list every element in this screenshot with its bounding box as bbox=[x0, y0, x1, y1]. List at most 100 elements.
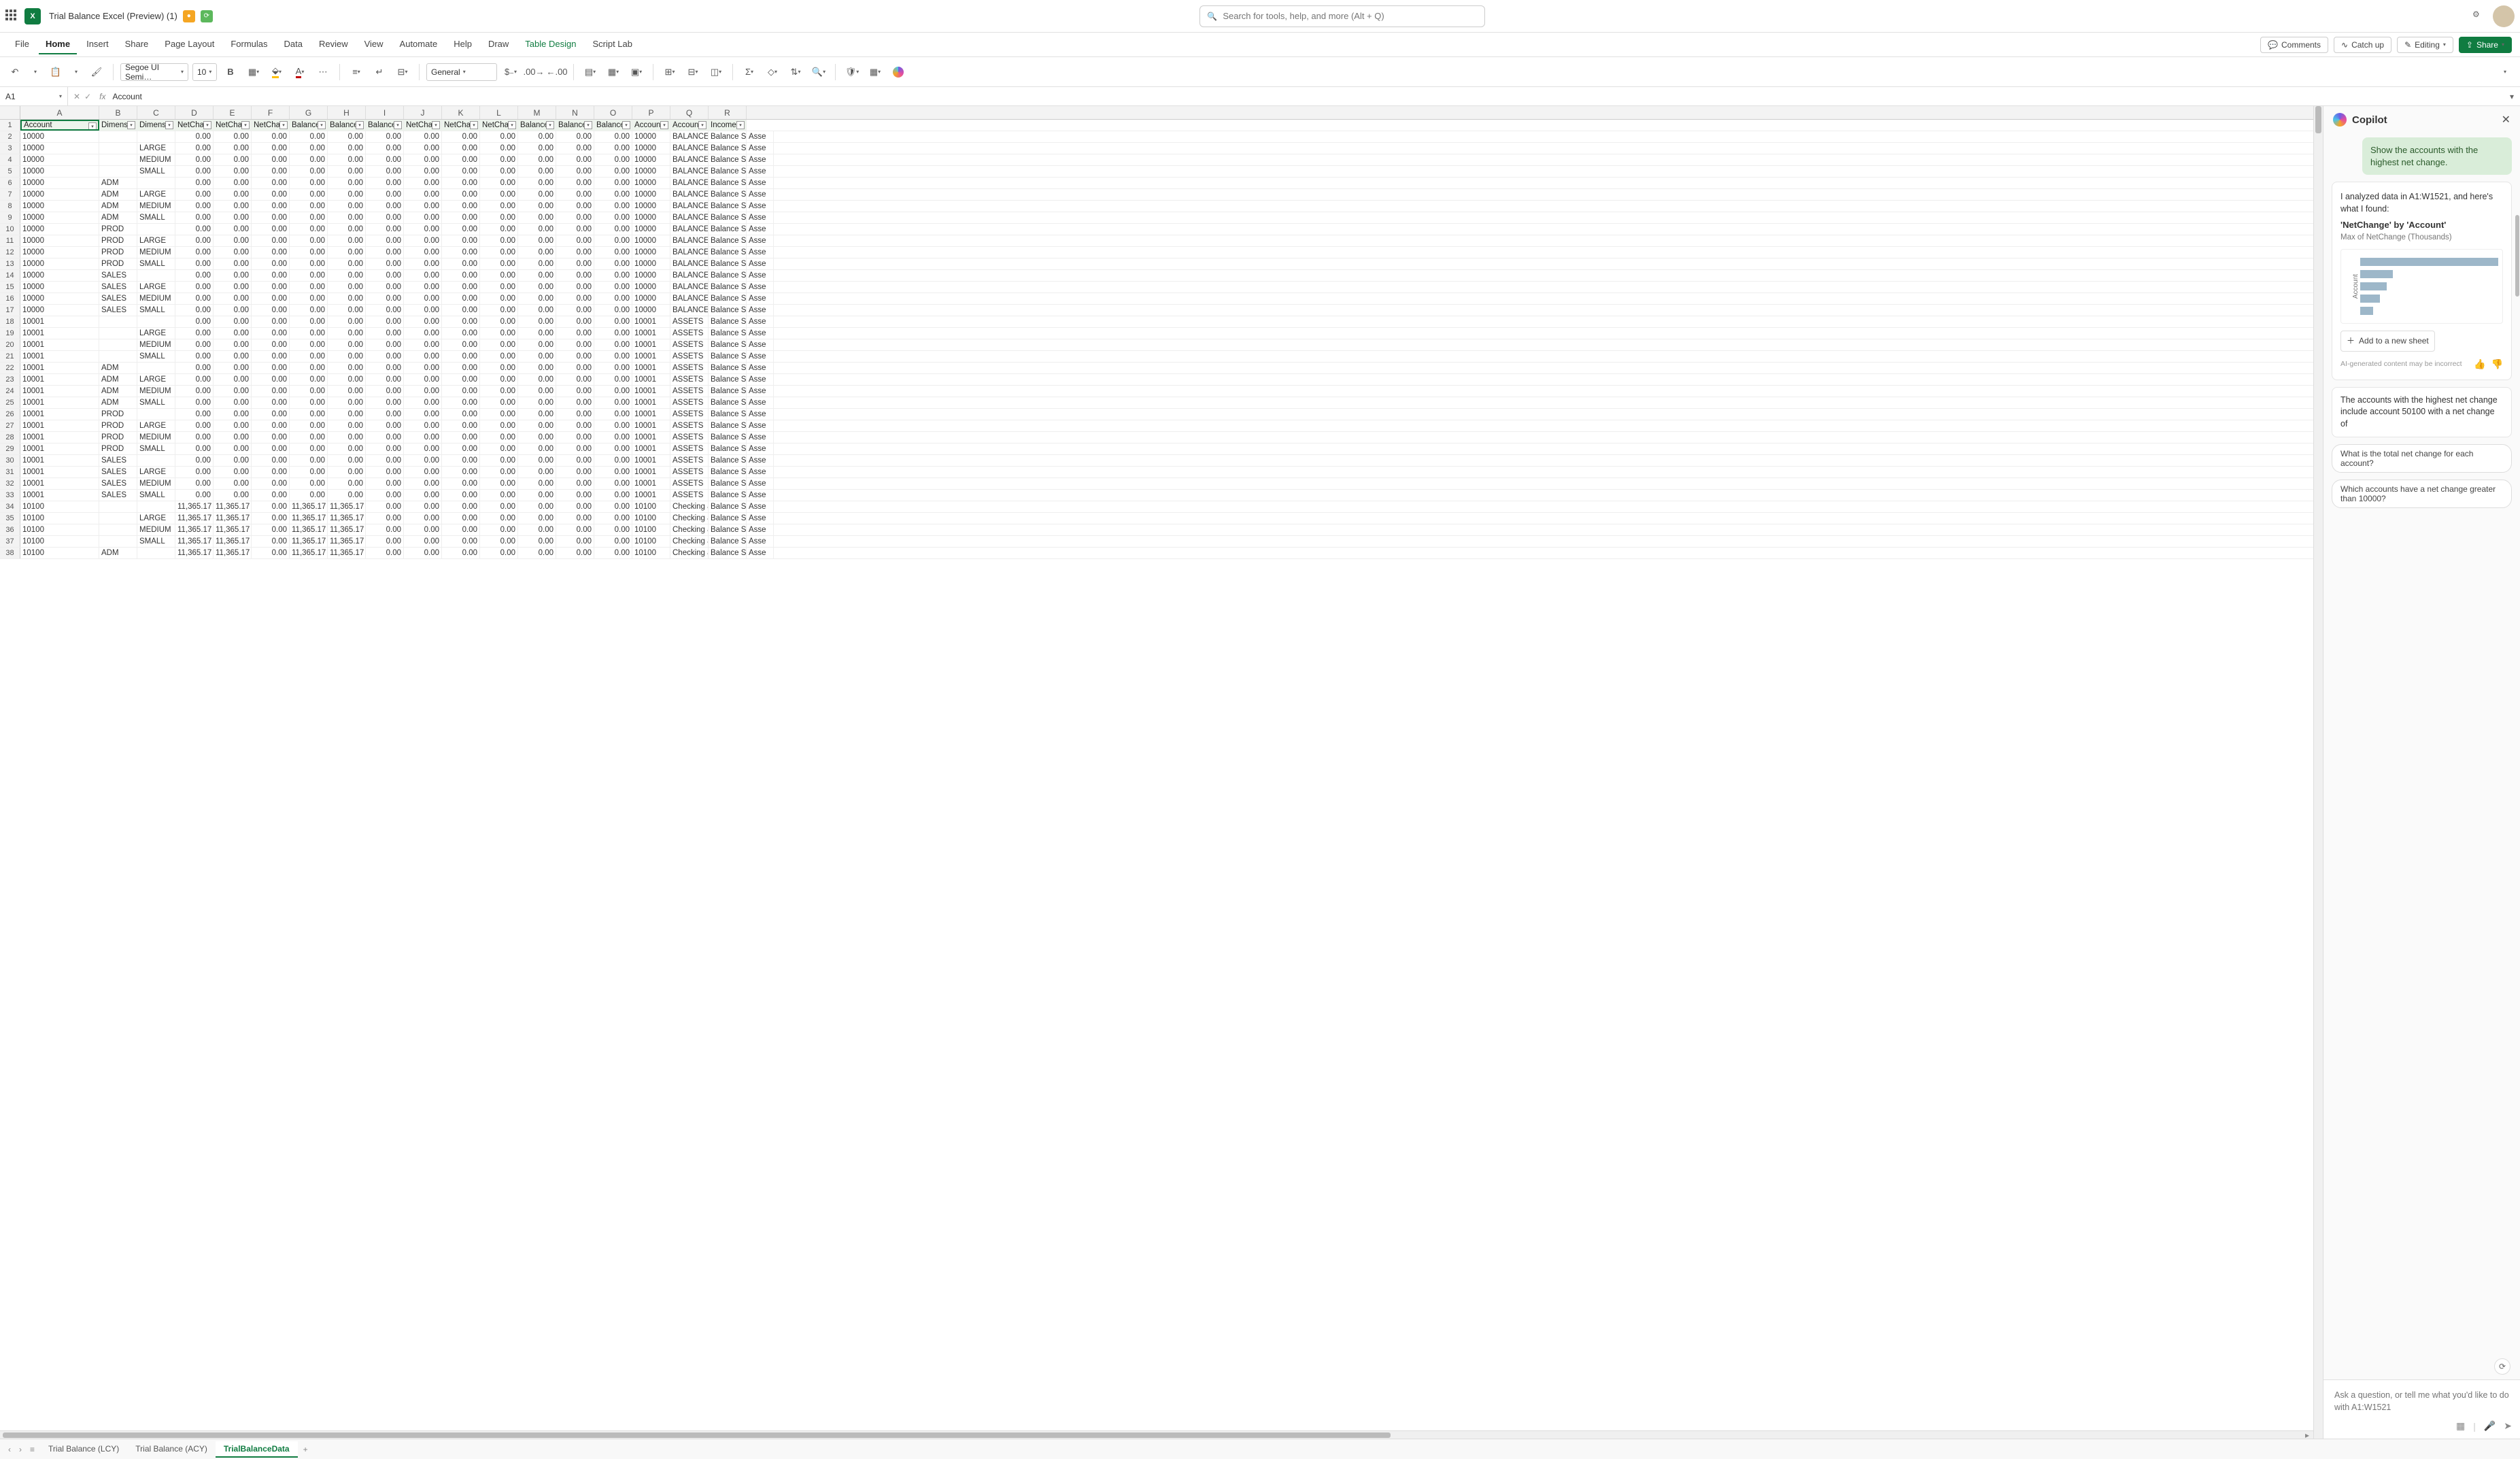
cell[interactable]: 0.00 bbox=[518, 467, 556, 477]
table-row[interactable]: 310000LARGE0.000.000.000.000.000.000.000… bbox=[0, 143, 2313, 154]
table-row[interactable]: 3310001SALESSMALL0.000.000.000.000.000.0… bbox=[0, 490, 2313, 501]
cell[interactable]: Asse bbox=[747, 409, 774, 420]
cell[interactable]: 0.00 bbox=[518, 247, 556, 258]
cell[interactable]: 10000 bbox=[632, 154, 670, 165]
cell[interactable]: 0.00 bbox=[442, 201, 480, 212]
ribbon-tab-data[interactable]: Data bbox=[277, 35, 309, 54]
cell[interactable]: 0.00 bbox=[480, 328, 518, 339]
cell[interactable]: ASSETS bbox=[670, 351, 709, 362]
table-header-cell[interactable]: Balance▾ bbox=[290, 120, 328, 131]
cell[interactable]: MEDIUM bbox=[137, 339, 175, 350]
table-header-cell[interactable]: Accoun▾ bbox=[670, 120, 709, 131]
cell[interactable]: 10001 bbox=[20, 351, 99, 362]
cell[interactable]: Asse bbox=[747, 374, 774, 385]
cell[interactable]: 0.00 bbox=[556, 258, 594, 269]
cell[interactable]: 0.00 bbox=[480, 131, 518, 142]
cell[interactable]: Asse bbox=[747, 467, 774, 477]
cell[interactable]: 0.00 bbox=[404, 467, 442, 477]
cell[interactable]: 0.00 bbox=[290, 293, 328, 304]
cell[interactable]: 0.00 bbox=[214, 224, 252, 235]
row-header[interactable]: 4 bbox=[0, 154, 20, 165]
cell[interactable]: 0.00 bbox=[366, 305, 404, 316]
format-table-button[interactable]: ▦▾ bbox=[604, 63, 623, 82]
cell[interactable]: MEDIUM bbox=[137, 478, 175, 489]
formula-bar-expand-icon[interactable]: ▾ bbox=[2504, 92, 2520, 101]
cell[interactable]: 0.00 bbox=[556, 536, 594, 547]
cell[interactable]: 0.00 bbox=[404, 224, 442, 235]
addins-button[interactable]: ▦▾ bbox=[866, 63, 885, 82]
cell[interactable]: 0.00 bbox=[328, 258, 366, 269]
cell[interactable]: 0.00 bbox=[442, 548, 480, 558]
cell[interactable]: 0.00 bbox=[556, 235, 594, 246]
close-copilot-icon[interactable]: ✕ bbox=[2502, 113, 2510, 127]
cell[interactable]: 0.00 bbox=[366, 166, 404, 177]
cell[interactable]: Balance Sh bbox=[709, 478, 747, 489]
row-header[interactable]: 33 bbox=[0, 490, 20, 501]
table-row[interactable]: 1510000SALESLARGE0.000.000.000.000.000.0… bbox=[0, 282, 2313, 293]
cell[interactable]: Asse bbox=[747, 154, 774, 165]
table-row[interactable]: 2610001PROD0.000.000.000.000.000.000.000… bbox=[0, 409, 2313, 420]
cell[interactable]: 0.00 bbox=[328, 143, 366, 154]
table-row[interactable]: 1910001LARGE0.000.000.000.000.000.000.00… bbox=[0, 328, 2313, 339]
cell[interactable]: LARGE bbox=[137, 328, 175, 339]
cell[interactable] bbox=[137, 409, 175, 420]
cell[interactable]: ASSETS bbox=[670, 490, 709, 501]
cell[interactable]: 0.00 bbox=[518, 178, 556, 188]
cell[interactable]: 0.00 bbox=[290, 189, 328, 200]
cell[interactable]: 0.00 bbox=[366, 247, 404, 258]
more-font-button[interactable]: ⋯ bbox=[313, 63, 333, 82]
wrap-text-button[interactable]: ↵ bbox=[370, 63, 389, 82]
cell[interactable]: Asse bbox=[747, 443, 774, 454]
cell[interactable]: ASSETS bbox=[670, 386, 709, 397]
cell[interactable]: 0.00 bbox=[328, 305, 366, 316]
cell[interactable]: MEDIUM bbox=[137, 201, 175, 212]
cell[interactable]: 0.00 bbox=[214, 131, 252, 142]
cell[interactable]: 0.00 bbox=[518, 212, 556, 223]
search-input[interactable] bbox=[1223, 11, 1478, 21]
cell[interactable]: 0.00 bbox=[175, 386, 214, 397]
cell[interactable] bbox=[137, 455, 175, 466]
cell[interactable]: 10000 bbox=[20, 131, 99, 142]
cell[interactable]: 10000 bbox=[632, 189, 670, 200]
cell[interactable]: 0.00 bbox=[252, 247, 290, 258]
cell[interactable]: 0.00 bbox=[366, 143, 404, 154]
table-header-cell[interactable]: Account▾ bbox=[20, 120, 99, 131]
cell[interactable]: 0.00 bbox=[366, 131, 404, 142]
cell[interactable]: 0.00 bbox=[366, 374, 404, 385]
cell[interactable]: ASSETS bbox=[670, 467, 709, 477]
cell[interactable]: Balance Sh bbox=[709, 432, 747, 443]
cell[interactable]: 10001 bbox=[632, 432, 670, 443]
cell[interactable]: 0.00 bbox=[518, 397, 556, 408]
cell[interactable]: 0.00 bbox=[442, 224, 480, 235]
cell[interactable]: 0.00 bbox=[175, 258, 214, 269]
cell[interactable]: 0.00 bbox=[175, 328, 214, 339]
cell[interactable]: 0.00 bbox=[252, 143, 290, 154]
cell[interactable]: 10000 bbox=[20, 224, 99, 235]
cell[interactable]: 11,365.17 bbox=[328, 501, 366, 512]
cell[interactable]: 0.00 bbox=[175, 397, 214, 408]
cell[interactable]: Checking a bbox=[670, 513, 709, 524]
table-header-cell[interactable]: Balance▾ bbox=[366, 120, 404, 131]
cell[interactable]: ASSETS bbox=[670, 363, 709, 373]
cell[interactable]: 0.00 bbox=[594, 513, 632, 524]
cell[interactable]: 0.00 bbox=[214, 282, 252, 292]
cell[interactable]: LARGE bbox=[137, 420, 175, 431]
cell[interactable]: SMALL bbox=[137, 490, 175, 501]
cell[interactable]: Asse bbox=[747, 490, 774, 501]
table-row[interactable]: 2110001SMALL0.000.000.000.000.000.000.00… bbox=[0, 351, 2313, 363]
cell[interactable]: 0.00 bbox=[442, 513, 480, 524]
cell[interactable]: 0.00 bbox=[594, 386, 632, 397]
cell[interactable]: 0.00 bbox=[404, 386, 442, 397]
filter-dropdown-icon[interactable]: ▾ bbox=[622, 121, 630, 129]
cell[interactable]: 0.00 bbox=[442, 235, 480, 246]
cell[interactable]: 0.00 bbox=[214, 305, 252, 316]
cell[interactable]: 0.00 bbox=[214, 339, 252, 350]
filter-dropdown-icon[interactable]: ▾ bbox=[508, 121, 516, 129]
cell[interactable]: 11,365.17 bbox=[214, 501, 252, 512]
cell[interactable]: 0.00 bbox=[442, 154, 480, 165]
table-header-cell[interactable]: Balance▾ bbox=[328, 120, 366, 131]
cell[interactable]: 0.00 bbox=[366, 258, 404, 269]
font-size-select[interactable]: 10▾ bbox=[192, 63, 217, 81]
cell[interactable]: 0.00 bbox=[480, 467, 518, 477]
cell[interactable]: Balance Sh bbox=[709, 293, 747, 304]
